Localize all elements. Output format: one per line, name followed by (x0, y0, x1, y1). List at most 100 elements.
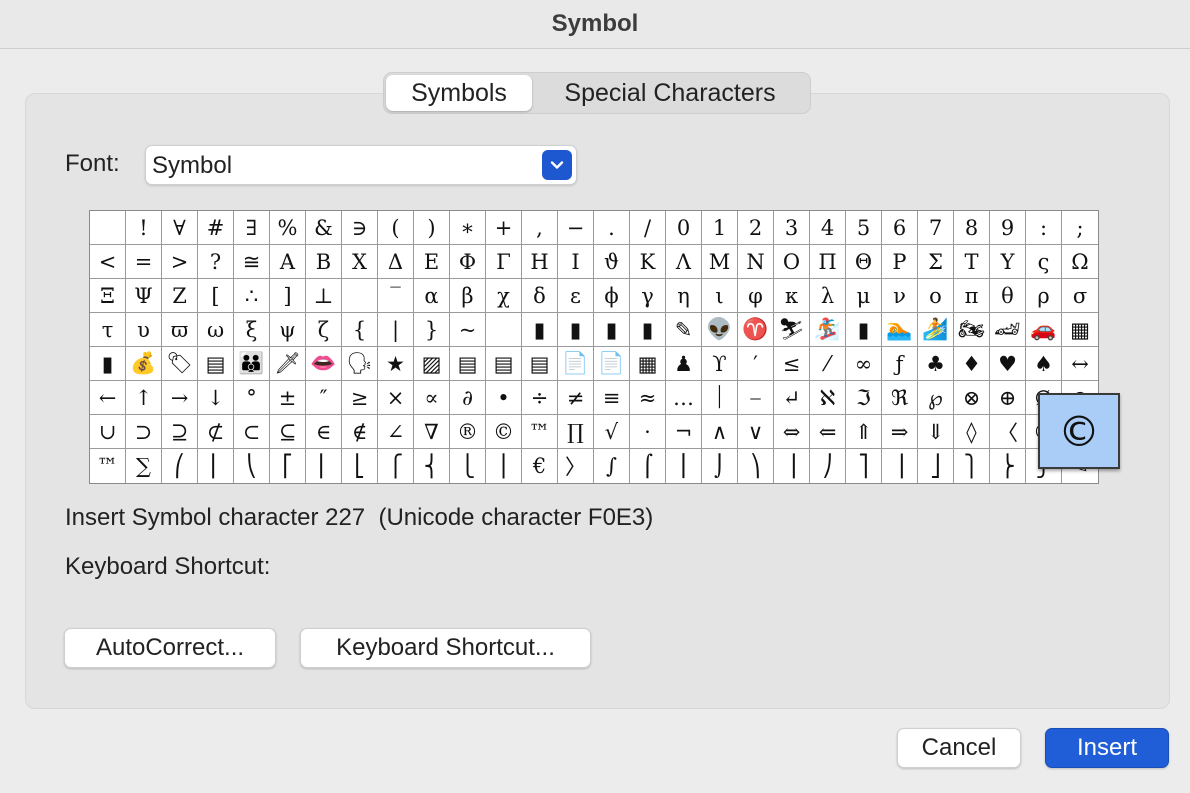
symbol-cell[interactable]: ε (558, 279, 594, 313)
symbol-cell[interactable]: Θ (846, 245, 882, 279)
symbol-cell[interactable]: ≅ (234, 245, 270, 279)
symbol-cell[interactable]: ≠ (558, 381, 594, 415)
symbol-cell[interactable]: ♣ (918, 347, 954, 381)
symbol-cell[interactable]: ℵ (810, 381, 846, 415)
keyboard-shortcut-button[interactable]: Keyboard Shortcut... (300, 628, 591, 668)
symbol-cell[interactable]: ρ (1026, 279, 1062, 313)
symbol-cell[interactable]: # (198, 211, 234, 245)
symbol-cell[interactable]: Δ (378, 245, 414, 279)
symbol-cell[interactable]: τ (90, 313, 126, 347)
symbol-cell[interactable]: . (594, 211, 630, 245)
symbol-cell[interactable]: ⇒ (882, 415, 918, 449)
symbol-cell[interactable]: γ (630, 279, 666, 313)
symbol-cell[interactable]: ⎢ (306, 449, 342, 483)
symbol-cell[interactable]: Ν (738, 245, 774, 279)
symbol-cell[interactable]: ⎬ (990, 449, 1026, 483)
symbol-cell[interactable]: ∑ (126, 449, 162, 483)
symbol-cell[interactable]: ℑ (846, 381, 882, 415)
symbol-cell[interactable]: → (162, 381, 198, 415)
symbol-cell[interactable]: ▤ (486, 347, 522, 381)
symbol-cell[interactable]: 🗣 (342, 347, 378, 381)
symbol-cell[interactable]: Β (306, 245, 342, 279)
symbol-cell[interactable]: Η (522, 245, 558, 279)
symbol-cell[interactable]: ζ (306, 313, 342, 347)
symbol-cell[interactable]: Φ (450, 245, 486, 279)
symbol-cell[interactable]: 🗡 (270, 347, 306, 381)
symbol-cell[interactable]: ⎤ (846, 449, 882, 483)
symbol-cell[interactable]: ⊄ (198, 415, 234, 449)
symbol-cell[interactable]: ↔ (1062, 347, 1098, 381)
symbol-cell[interactable]: Ο (774, 245, 810, 279)
symbol-cell[interactable]: ⇔ (774, 415, 810, 449)
symbol-cell[interactable]: Ρ (882, 245, 918, 279)
symbol-cell[interactable]: ↑ (126, 381, 162, 415)
symbol-cell[interactable]: ⎜ (198, 449, 234, 483)
insert-button[interactable]: Insert (1045, 728, 1169, 768)
symbol-cell[interactable]: φ (738, 279, 774, 313)
symbol-cell[interactable]: ϒ (702, 347, 738, 381)
symbol-cell[interactable]: 👽 (702, 313, 738, 347)
symbol-cell[interactable]: ▤ (198, 347, 234, 381)
symbol-cell[interactable]: ∞ (846, 347, 882, 381)
symbol-cell[interactable]: ⎞ (738, 449, 774, 483)
symbol-cell[interactable]: 📄 (558, 347, 594, 381)
symbol-cell[interactable]: ⎨ (414, 449, 450, 483)
symbol-cell[interactable]: ♠ (1026, 347, 1062, 381)
symbol-cell[interactable]: σ (1062, 279, 1098, 313)
symbol-cell[interactable]: ÷ (522, 381, 558, 415)
symbol-cell[interactable]: ✎ (666, 313, 702, 347)
symbol-cell[interactable]: ⇓ (918, 415, 954, 449)
symbol-cell[interactable]: , (522, 211, 558, 245)
symbol-cell[interactable]: ≡ (594, 381, 630, 415)
symbol-cell[interactable]: ψ (270, 313, 306, 347)
symbol-cell[interactable] (90, 211, 126, 245)
symbol-cell[interactable]: ▮ (90, 347, 126, 381)
symbol-cell[interactable]: ⌡ (702, 449, 738, 483)
symbol-cell[interactable]: ⎡ (270, 449, 306, 483)
symbol-cell[interactable]: ▮ (630, 313, 666, 347)
symbol-cell[interactable]: λ (810, 279, 846, 313)
symbol-cell[interactable]: • (486, 381, 522, 415)
symbol-cell[interactable]: ⊕ (990, 381, 1026, 415)
symbol-cell[interactable]: ∴ (234, 279, 270, 313)
symbol-cell[interactable]: ◊ (954, 415, 990, 449)
symbol-cell[interactable]: 6 (882, 211, 918, 245)
symbol-cell[interactable] (486, 313, 522, 347)
symbol-cell[interactable]: ▦ (1062, 313, 1098, 347)
symbol-cell[interactable]: μ (846, 279, 882, 313)
symbol-cell[interactable]: ★ (378, 347, 414, 381)
symbol-cell[interactable]: ° (234, 381, 270, 415)
symbol-cell[interactable]: ≤ (774, 347, 810, 381)
symbol-cell[interactable]: ⎯ (738, 381, 774, 415)
symbol-cell[interactable]: χ (486, 279, 522, 313)
symbol-cell[interactable]: % (270, 211, 306, 245)
symbol-cell[interactable]: ξ (234, 313, 270, 347)
symbol-cell[interactable]: 📄 (594, 347, 630, 381)
symbol-cell[interactable]: ♥ (990, 347, 1026, 381)
symbol-cell[interactable]: ; (1062, 211, 1098, 245)
symbol-cell[interactable]: [ (198, 279, 234, 313)
symbol-cell[interactable]: ϕ (594, 279, 630, 313)
symbol-cell[interactable]: θ (990, 279, 1026, 313)
symbol-cell[interactable]: ⌠ (630, 449, 666, 483)
symbol-cell[interactable]: ⎪ (486, 449, 522, 483)
symbol-cell[interactable]: ~ (450, 313, 486, 347)
symbol-cell[interactable]: ? (198, 245, 234, 279)
symbol-cell[interactable]: ″ (306, 381, 342, 415)
symbol-cell[interactable]: 〉 (558, 449, 594, 483)
symbol-cell[interactable]: ⎮ (666, 449, 702, 483)
symbol-cell[interactable]: ⎟ (774, 449, 810, 483)
symbol-cell[interactable]: ⎝ (234, 449, 270, 483)
symbol-cell[interactable]: √ (594, 415, 630, 449)
symbol-cell[interactable]: ! (126, 211, 162, 245)
symbol-cell[interactable]: Τ (954, 245, 990, 279)
symbol-cell[interactable]: © (486, 415, 522, 449)
symbol-cell[interactable] (342, 279, 378, 313)
symbol-cell[interactable]: 5 (846, 211, 882, 245)
symbol-cell[interactable]: ⊥ (306, 279, 342, 313)
symbol-cell[interactable]: ⏐ (702, 381, 738, 415)
symbol-cell[interactable]: ⎧ (378, 449, 414, 483)
symbol-cell[interactable]: 💰 (126, 347, 162, 381)
symbol-cell[interactable]: ϖ (162, 313, 198, 347)
symbol-cell[interactable]: ℜ (882, 381, 918, 415)
